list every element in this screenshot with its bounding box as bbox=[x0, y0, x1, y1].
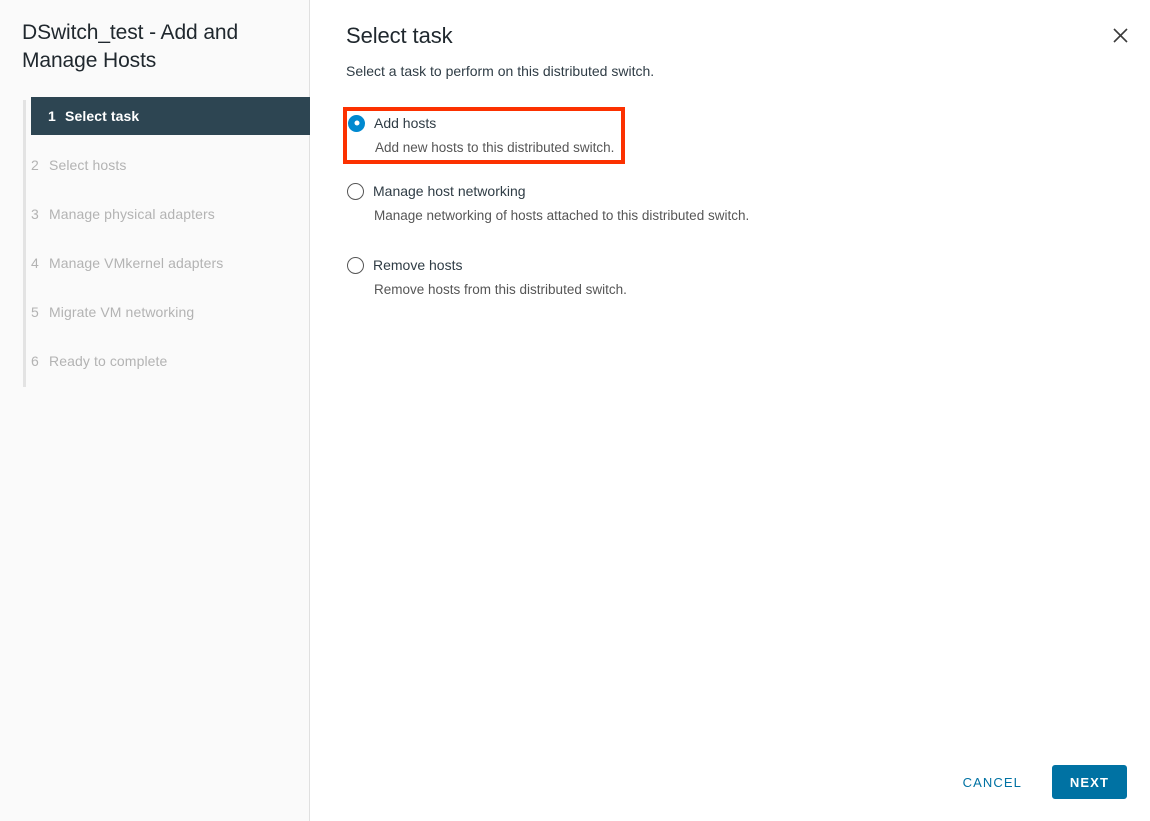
task-option-description: Manage networking of hosts attached to t… bbox=[374, 207, 960, 225]
step-number: 6 bbox=[31, 353, 49, 369]
task-option-row: Add hosts bbox=[348, 113, 618, 133]
task-option-add-hosts[interactable]: Add hosts Add new hosts to this distribu… bbox=[343, 107, 625, 164]
wizard-sidebar: DSwitch_test - Add and Manage Hosts 1 Se… bbox=[0, 0, 310, 821]
step-label: Select task bbox=[65, 108, 139, 124]
wizard-main-panel: Select task Select a task to perform on … bbox=[310, 0, 1150, 821]
task-option-label: Remove hosts bbox=[373, 256, 462, 274]
page-title: Select task bbox=[346, 22, 1126, 50]
wizard-title: DSwitch_test - Add and Manage Hosts bbox=[0, 0, 309, 75]
wizard-step-list: 1 Select task 2 Select hosts 3 Manage ph… bbox=[0, 97, 309, 380]
page-subtitle: Select a task to perform on this distrib… bbox=[346, 62, 1126, 80]
task-option-label: Manage host networking bbox=[373, 182, 526, 200]
add-manage-hosts-wizard: DSwitch_test - Add and Manage Hosts 1 Se… bbox=[0, 0, 1150, 821]
radio-add-hosts[interactable] bbox=[348, 115, 365, 132]
task-option-description: Remove hosts from this distributed switc… bbox=[374, 281, 960, 299]
sidebar-step-select-task[interactable]: 1 Select task bbox=[31, 97, 310, 135]
sidebar-step-manage-vmkernel-adapters[interactable]: 4 Manage VMkernel adapters bbox=[0, 244, 309, 282]
step-number: 5 bbox=[31, 304, 49, 320]
step-number: 2 bbox=[31, 157, 49, 173]
step-number: 4 bbox=[31, 255, 49, 271]
task-option-remove-hosts[interactable]: Remove hosts Remove hosts from this dist… bbox=[346, 250, 966, 305]
step-label: Select hosts bbox=[49, 157, 126, 173]
sidebar-step-manage-physical-adapters[interactable]: 3 Manage physical adapters bbox=[0, 195, 309, 233]
task-option-row: Manage host networking bbox=[347, 181, 960, 201]
next-button[interactable]: NEXT bbox=[1052, 765, 1127, 799]
step-label: Manage physical adapters bbox=[49, 206, 215, 222]
sidebar-step-select-hosts[interactable]: 2 Select hosts bbox=[0, 146, 309, 184]
task-option-description: Add new hosts to this distributed switch… bbox=[375, 139, 618, 157]
step-label: Ready to complete bbox=[49, 353, 167, 369]
close-button[interactable] bbox=[1106, 21, 1134, 49]
task-option-row: Remove hosts bbox=[347, 255, 960, 275]
step-label: Manage VMkernel adapters bbox=[49, 255, 223, 271]
radio-remove-hosts[interactable] bbox=[347, 257, 364, 274]
close-icon bbox=[1112, 27, 1129, 44]
sidebar-step-ready-to-complete[interactable]: 6 Ready to complete bbox=[0, 342, 309, 380]
step-number: 3 bbox=[31, 206, 49, 222]
task-radio-group: Add hosts Add new hosts to this distribu… bbox=[346, 107, 1126, 305]
wizard-footer: CANCEL NEXT bbox=[310, 743, 1150, 821]
sidebar-step-migrate-vm-networking[interactable]: 5 Migrate VM networking bbox=[0, 293, 309, 331]
cancel-button[interactable]: CANCEL bbox=[952, 766, 1033, 799]
task-option-manage-host-networking[interactable]: Manage host networking Manage networking… bbox=[346, 176, 966, 231]
radio-manage-host-networking[interactable] bbox=[347, 183, 364, 200]
task-option-label: Add hosts bbox=[374, 114, 436, 132]
step-label: Migrate VM networking bbox=[49, 304, 194, 320]
step-number: 1 bbox=[48, 108, 65, 124]
